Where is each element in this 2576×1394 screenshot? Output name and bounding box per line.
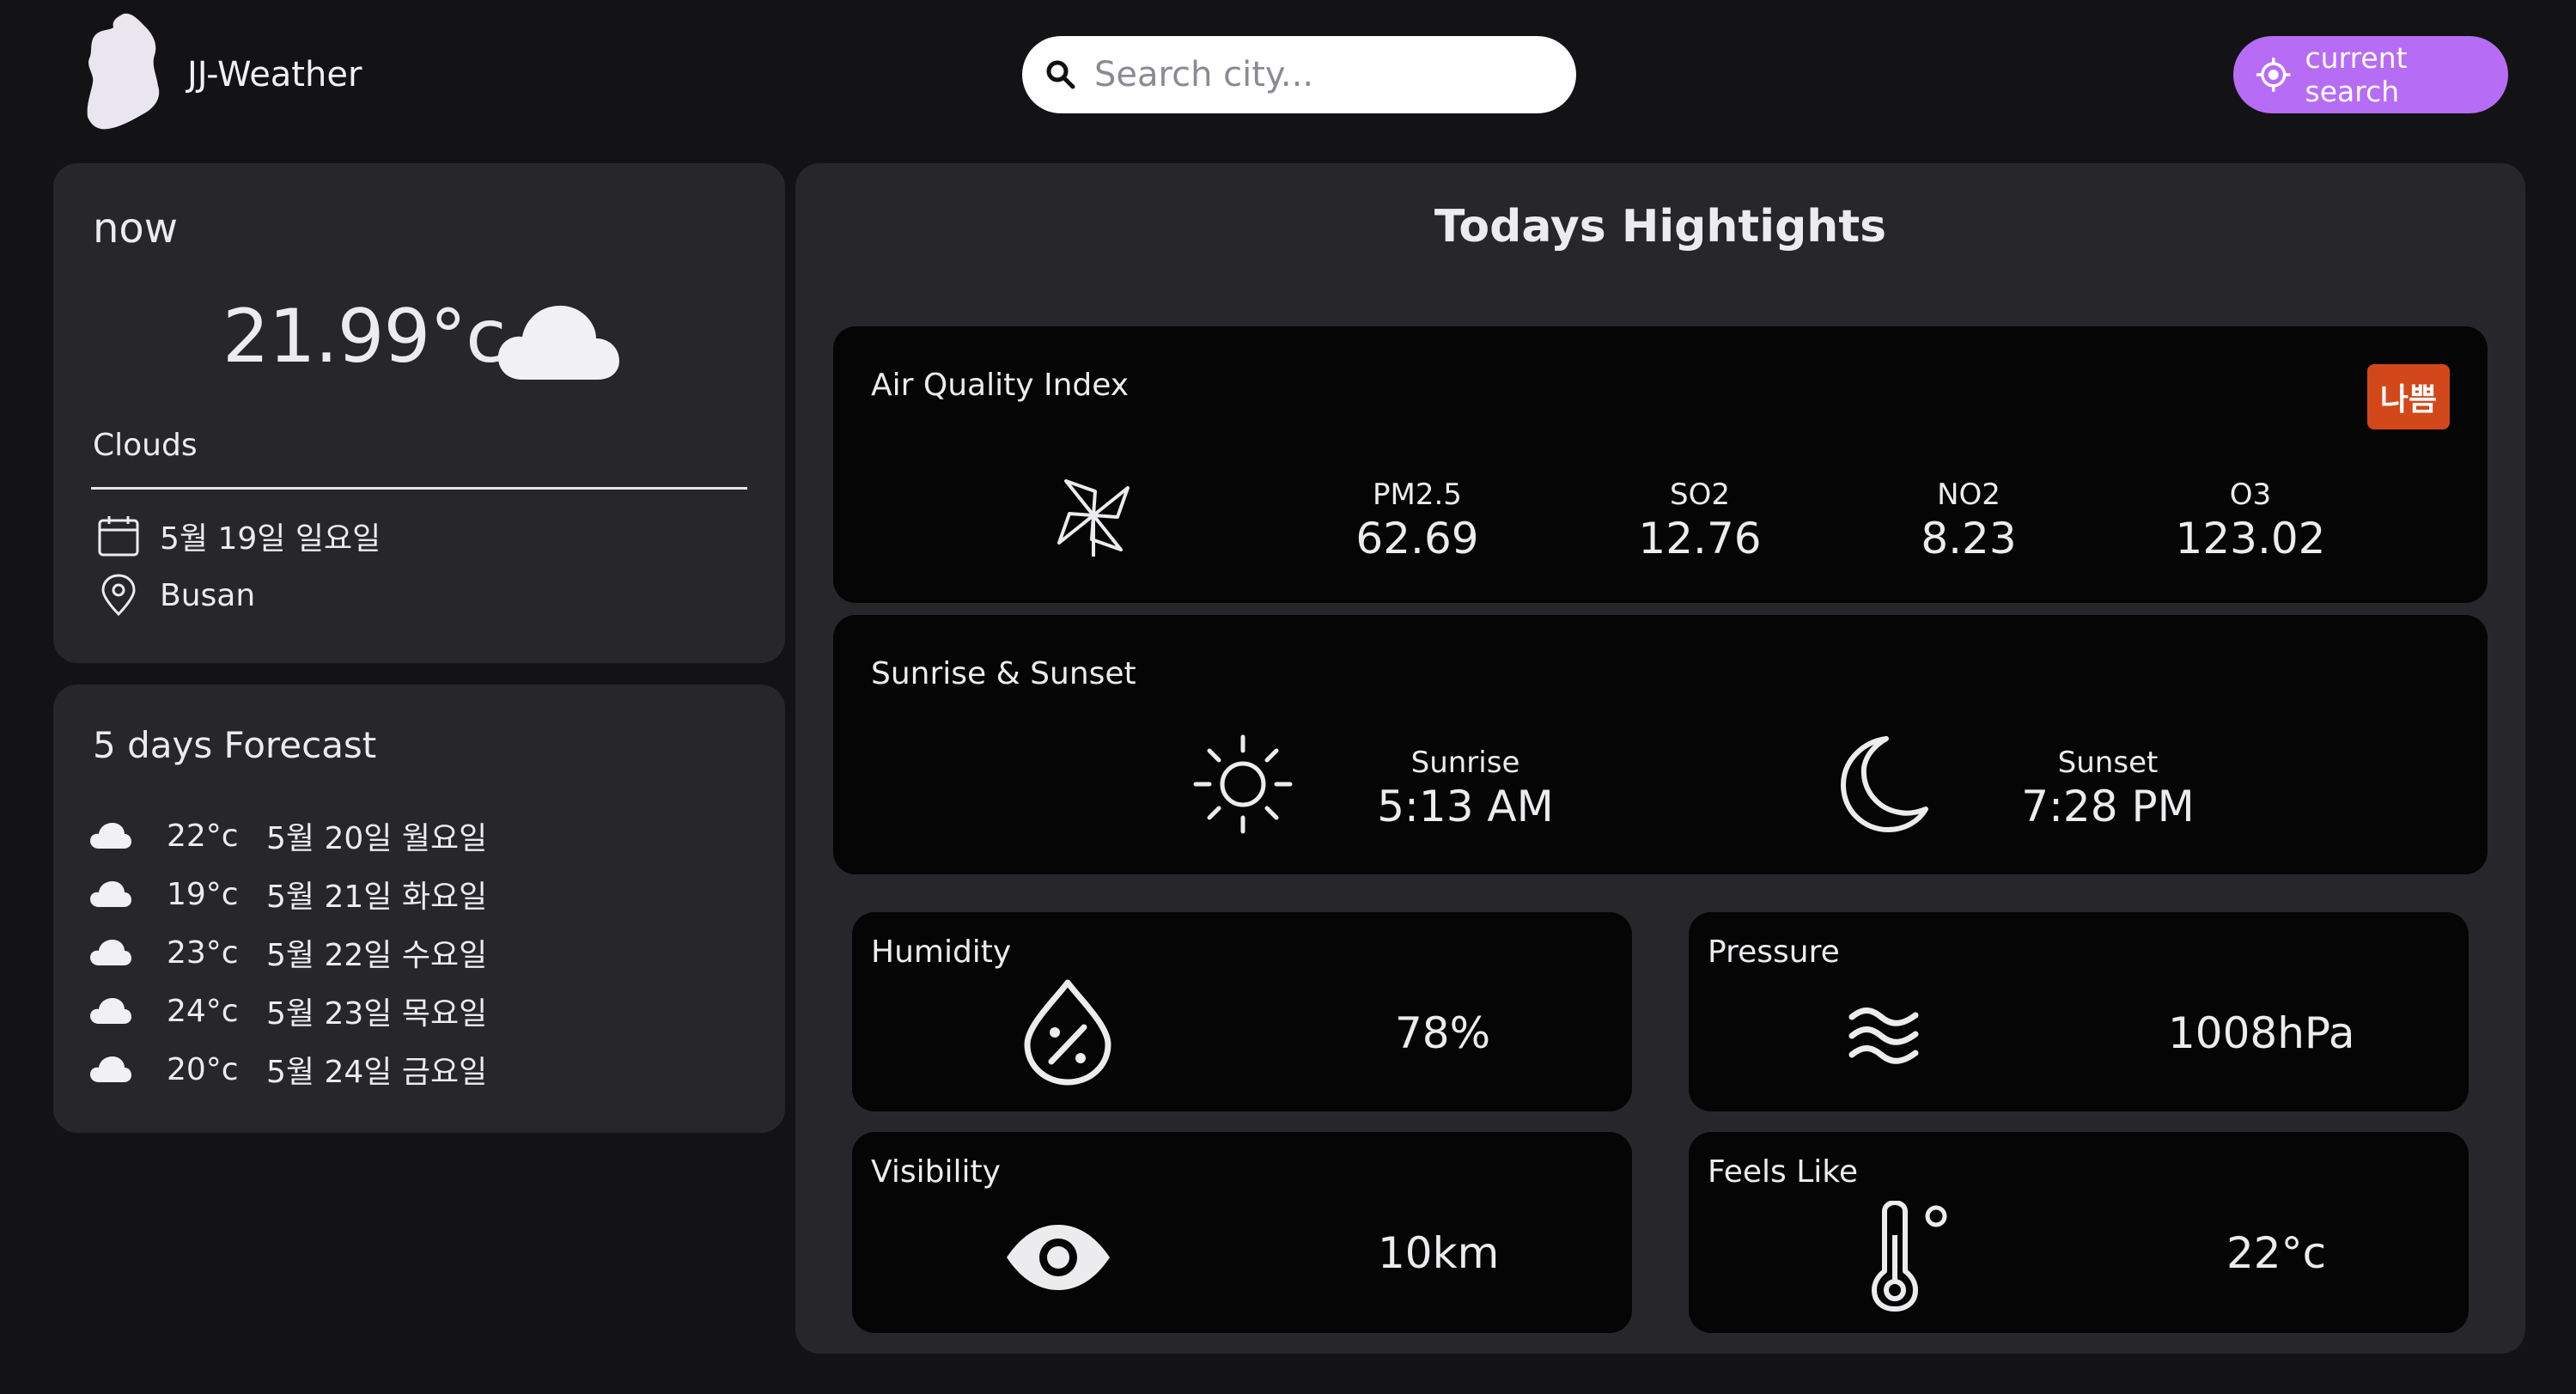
current-date: 5월 19일 일요일 (160, 521, 381, 557)
sunrise-info: Sunrise 5:13 AM (1337, 746, 1594, 831)
forecast-temp: 23°c (167, 934, 239, 971)
now-label: now (93, 204, 179, 253)
current-location-row: Busan (96, 573, 255, 618)
air-quality-title: Air Quality Index (871, 368, 1130, 403)
sunrise-value: 5:13 AM (1377, 782, 1554, 831)
sunrise-label: Sunrise (1410, 746, 1520, 780)
humidity-value: 78% (1395, 1008, 1491, 1058)
current-location-label: current search (2305, 41, 2408, 108)
sunrise-sunset-title: Sunrise & Sunset (871, 656, 1136, 691)
visibility-title: Visibility (871, 1154, 1001, 1190)
aqi-no2: NO2 8.23 (1866, 478, 2072, 563)
forecast-temp: 19°c (167, 876, 239, 912)
cloud-icon (90, 881, 131, 907)
forecast-date: 5월 21일 화요일 (266, 880, 488, 915)
forecast-date: 5월 23일 목요일 (266, 996, 488, 1032)
aqi-label: O3 (2229, 478, 2272, 512)
calendar-icon (98, 516, 139, 557)
pressure-value: 1008hPa (2168, 1008, 2355, 1058)
humidity-title: Humidity (871, 934, 1012, 970)
current-date-row: 5월 19일 일요일 (96, 514, 381, 558)
pressure-title: Pressure (1708, 934, 1840, 970)
divider (91, 487, 747, 490)
feels-like-value: 22°c (2226, 1228, 2327, 1278)
app-title: JJ-Weather (187, 55, 362, 94)
sunrise-sunset-panel: Sunrise & Sunset Sunrise 5:13 AM Sunset … (833, 615, 2488, 874)
forecast-card: 5 days Forecast 22°c 5월 20일 월요일 19°c 5월 … (53, 685, 785, 1133)
eye-icon (1007, 1225, 1110, 1290)
sunset-label: Sunset (2057, 746, 2159, 780)
forecast-row: 23°c 5월 22일 수요일 (89, 923, 487, 982)
current-location-button[interactable]: current search (2233, 36, 2508, 113)
visibility-panel: Visibility 10km (852, 1132, 1632, 1333)
aqi-label: SO2 (1670, 478, 1730, 512)
aqi-pm25: PM2.5 62.69 (1314, 478, 1520, 563)
current-temperature: 21.99°c (222, 294, 506, 380)
highlights-title: Todays Hightights (1434, 201, 1887, 253)
feels-like-panel: Feels Like 22°c (1689, 1132, 2469, 1333)
feels-like-title: Feels Like (1708, 1154, 1859, 1190)
forecast-date: 5월 22일 수요일 (266, 938, 488, 973)
search-icon (1046, 60, 1075, 89)
forecast-date: 5월 24일 금요일 (266, 1055, 488, 1090)
aqi-label: NO2 (1937, 478, 2001, 512)
sun-icon (1193, 734, 1293, 834)
highlights-card: Todays Hightights Air Quality Index 나쁨 P… (795, 163, 2525, 1354)
moon-icon (1841, 736, 1928, 832)
korea-map-logo-icon[interactable] (82, 10, 161, 135)
cloud-icon (90, 823, 131, 849)
location-pin-icon (101, 574, 136, 617)
cloud-icon (90, 998, 131, 1024)
cloud-icon (90, 1056, 131, 1082)
aqi-o3: O3 123.02 (2147, 478, 2354, 563)
air-quality-badge: 나쁨 (2367, 364, 2450, 429)
sunset-info: Sunset 7:28 PM (1979, 746, 2237, 831)
air-quality-panel: Air Quality Index 나쁨 PM2.5 62.69 SO2 12.… (833, 326, 2488, 603)
forecast-date: 5월 20일 월요일 (266, 821, 488, 856)
crosshair-icon (2256, 58, 2291, 92)
pressure-panel: Pressure 1008hPa (1689, 912, 2469, 1111)
thermometer-icon (1872, 1201, 1947, 1312)
aqi-value: 12.76 (1638, 514, 1762, 563)
forecast-row: 24°c 5월 23일 목요일 (89, 982, 487, 1040)
forecast-row: 22°c 5월 20일 월요일 (89, 807, 487, 865)
forecast-list: 22°c 5월 20일 월요일 19°c 5월 21일 화요일 23°c 5월 … (89, 807, 487, 1099)
sunset-value: 7:28 PM (2021, 782, 2195, 831)
forecast-temp: 24°c (167, 993, 239, 1029)
weather-description: Clouds (93, 428, 198, 463)
aqi-value: 62.69 (1355, 514, 1479, 563)
cloud-icon (498, 305, 619, 380)
forecast-title: 5 days Forecast (93, 724, 377, 766)
cloud-icon (90, 940, 131, 965)
forecast-row: 19°c 5월 21일 화요일 (89, 865, 487, 923)
current-location: Busan (160, 577, 256, 613)
humidity-drop-icon (1024, 979, 1111, 1086)
current-weather-card: now 21.99°c Clouds 5월 19일 일요일 Busan (53, 163, 785, 663)
forecast-temp: 20°c (167, 1051, 239, 1087)
aqi-label: PM2.5 (1373, 478, 1462, 512)
search-bar[interactable] (1022, 36, 1576, 113)
waves-icon (1848, 1007, 1919, 1064)
humidity-panel: Humidity 78% (852, 912, 1632, 1111)
forecast-row: 20°c 5월 24일 금요일 (89, 1040, 487, 1099)
aqi-so2: SO2 12.76 (1597, 478, 1803, 563)
aqi-value: 8.23 (1921, 514, 2017, 563)
visibility-value: 10km (1378, 1228, 1500, 1278)
aqi-value: 123.02 (2175, 514, 2326, 563)
search-input[interactable] (1094, 48, 1550, 101)
pinwheel-icon (1057, 479, 1130, 557)
app-header: JJ-Weather current search (0, 0, 2576, 153)
forecast-temp: 22°c (167, 818, 239, 854)
